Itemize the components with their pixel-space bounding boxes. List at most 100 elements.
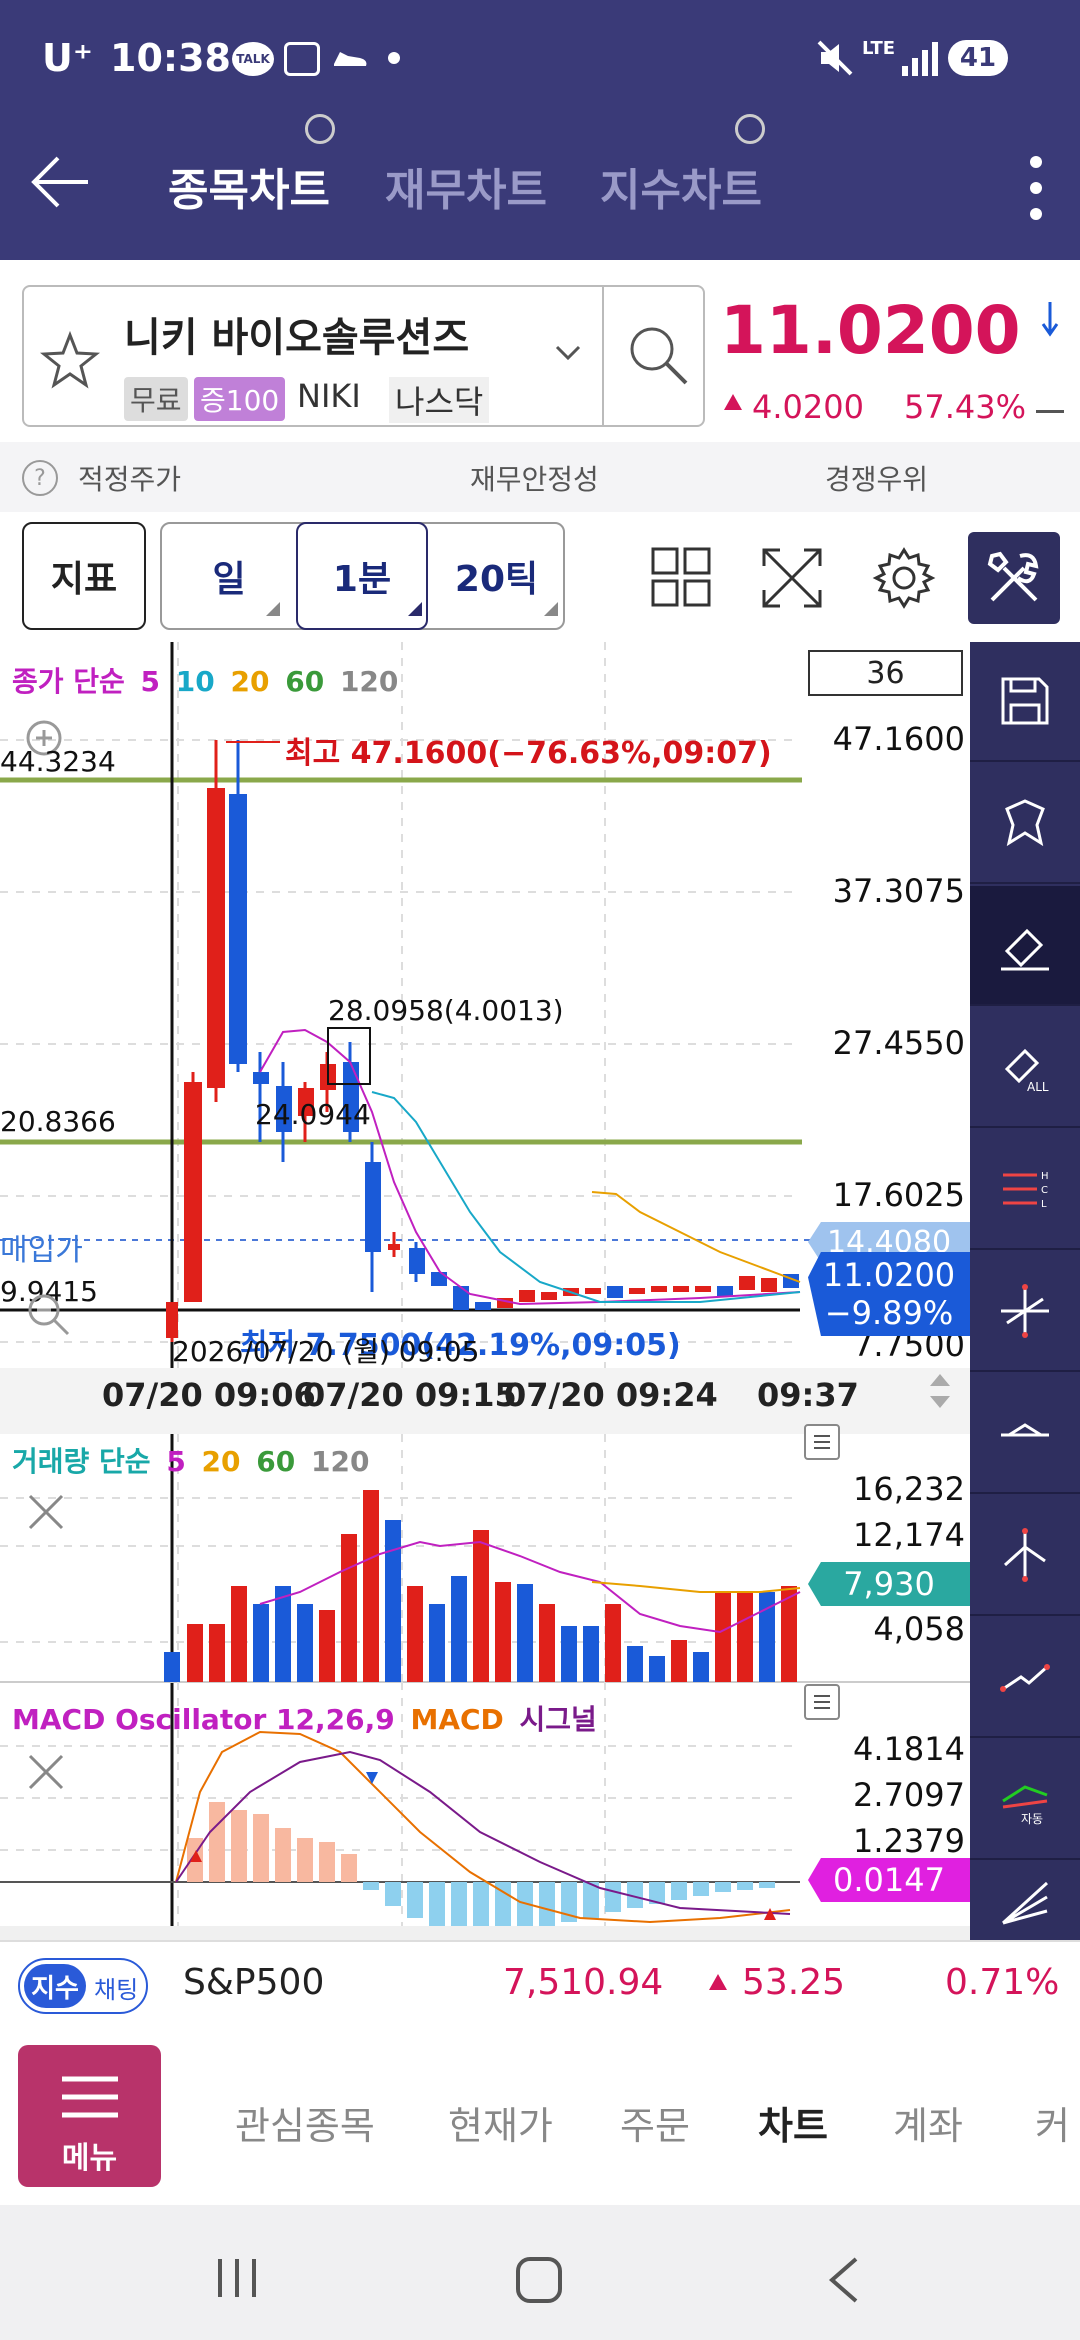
menu-item-account[interactable]: 계좌 <box>893 2095 963 2150</box>
vol-tick-3: 4,058 <box>873 1610 965 1648</box>
candle <box>607 1286 623 1298</box>
competitive-advantage-label[interactable]: 경쟁우위 <box>825 458 928 498</box>
buy-price-label: 매입가 <box>0 1233 83 1268</box>
free-tag: 무료 <box>124 377 188 421</box>
save-tool[interactable] <box>970 642 1080 762</box>
help-icon[interactable]: ? <box>22 460 58 496</box>
home-icon[interactable] <box>514 2255 564 2305</box>
vol-legend-ma60: 60 <box>256 1445 296 1478</box>
menu-item-quote[interactable]: 현재가 <box>448 2095 553 2150</box>
x-tick-4: 09:37 <box>757 1376 859 1414</box>
settings-gear-icon[interactable] <box>872 546 936 610</box>
annotation-low: 24.0944 <box>255 1098 371 1131</box>
price-change-pct: 57.43% <box>904 388 1027 426</box>
count-box[interactable]: 36 <box>808 650 963 696</box>
macd-pos-bars <box>187 1802 357 1882</box>
volume-bar <box>737 1592 753 1682</box>
screenshot-icon <box>284 42 320 76</box>
close-macd-icon[interactable] <box>24 1750 68 1794</box>
status-bar: U⁺ 10:38 TALK LTE 41 <box>0 0 1080 120</box>
vol-ma20-line <box>591 1581 801 1593</box>
svg-text:L: L <box>1041 1199 1047 1210</box>
vol-legend-ma5: 5 <box>166 1445 186 1478</box>
fullscreen-icon[interactable] <box>760 546 824 610</box>
ticker-toggle[interactable]: 지수 채팅 <box>18 1958 148 2014</box>
more-vert-icon[interactable] <box>1028 148 1044 228</box>
legend-ma10: 10 <box>175 665 215 698</box>
candle <box>431 1272 447 1286</box>
auto-trend-tool[interactable]: 자동 <box>970 1740 1080 1860</box>
recent-apps-icon[interactable] <box>214 2255 260 2301</box>
macd-legend[interactable]: MACD Oscillator 12,26,9 MACD 시그널 <box>12 1698 603 1738</box>
search-icon[interactable] <box>624 321 694 391</box>
volume-bar <box>253 1604 269 1682</box>
crosshair-icon <box>1001 1284 1049 1338</box>
volume-bar <box>605 1604 621 1682</box>
menu-label: 메뉴 <box>61 2141 118 2176</box>
vol-legend-label: 거래량 단순 <box>12 1445 151 1478</box>
ma-legend[interactable]: 종가 단순 5 10 20 60 120 <box>12 660 404 700</box>
volume-bar <box>297 1604 313 1682</box>
volume-bar <box>561 1626 577 1682</box>
fan-tool[interactable] <box>970 1862 1080 1940</box>
candle <box>629 1288 645 1294</box>
candle <box>253 1072 269 1084</box>
fair-price-label[interactable]: 적정주가 <box>78 458 181 498</box>
menu-item-community[interactable]: 커 <box>1035 2095 1070 2150</box>
crosshair-tool[interactable] <box>970 1252 1080 1372</box>
menu-button[interactable]: 메뉴 <box>18 2045 161 2187</box>
financial-stability-label[interactable]: 재무안정성 <box>470 458 599 498</box>
eraser-tool[interactable] <box>970 886 1080 1006</box>
back-icon[interactable] <box>826 2255 862 2305</box>
divider <box>602 287 604 425</box>
up-triangle-icon <box>708 1972 728 1992</box>
volume-bar <box>341 1534 357 1682</box>
erase-all-tool[interactable]: ALL <box>970 1008 1080 1128</box>
star-icon[interactable] <box>38 329 102 393</box>
index-tab[interactable]: 지수 <box>24 1964 86 2008</box>
top-nav: 종목차트 재무차트 지수차트 <box>0 114 1080 260</box>
horizontal-line-icon <box>1001 1423 1049 1437</box>
tab-financial-chart[interactable]: 재무차트 <box>385 154 547 218</box>
volume-bar <box>627 1646 643 1682</box>
candle <box>388 1244 400 1250</box>
macd-tick-2: 2.7097 <box>853 1776 965 1814</box>
tools-icon[interactable] <box>968 532 1060 624</box>
system-nav-bar <box>0 2205 1080 2340</box>
volume-bar <box>407 1586 423 1682</box>
vertical-line-tool[interactable] <box>970 1496 1080 1616</box>
chat-tab[interactable]: 채팅 <box>94 1970 138 2005</box>
back-arrow-icon[interactable] <box>28 150 92 214</box>
candle <box>409 1248 425 1274</box>
chevron-down-icon[interactable] <box>554 343 582 363</box>
horizontal-line-tool[interactable] <box>970 1374 1080 1494</box>
trendline-tool[interactable] <box>970 1618 1080 1738</box>
index-ticker-bar[interactable]: 지수 채팅 S&P500 7,510.94 53.25 0.71% <box>0 1940 1080 2030</box>
volume-menu-icon[interactable] <box>804 1424 840 1460</box>
corner-mark <box>544 602 558 616</box>
corner-mark <box>266 602 280 616</box>
y-tick-3: 27.4550 <box>832 1024 965 1062</box>
sell-signal-icon <box>366 1772 378 1784</box>
stock-selector[interactable]: 니키 바이오솔루션즈 무료 증100 NIKI 나스닥 <box>22 285 705 427</box>
indicator-button[interactable]: 지표 <box>22 522 146 630</box>
tab-stock-chart[interactable]: 종목차트 <box>168 154 330 218</box>
candle <box>761 1278 777 1292</box>
menu-item-order[interactable]: 주문 <box>620 2095 690 2150</box>
zoom-out-icon[interactable] <box>24 1290 72 1338</box>
vol-legend-ma120: 120 <box>310 1445 370 1478</box>
volume-legend[interactable]: 거래량 단순 5 20 60 120 <box>12 1440 375 1480</box>
volume-bar <box>495 1582 511 1682</box>
volume-bar <box>275 1586 291 1682</box>
scroll-updown-icon[interactable] <box>928 1370 952 1412</box>
layout-grid-icon[interactable] <box>650 546 712 608</box>
shape-tool[interactable] <box>970 764 1080 884</box>
shoe-icon <box>330 42 370 72</box>
hcl-tool[interactable]: HCL <box>970 1130 1080 1250</box>
menu-item-watchlist[interactable]: 관심종목 <box>235 2095 375 2150</box>
close-volume-icon[interactable] <box>24 1490 68 1534</box>
mute-icon <box>815 38 855 78</box>
macd-menu-icon[interactable] <box>804 1684 840 1720</box>
tab-index-chart[interactable]: 지수차트 <box>600 154 762 218</box>
menu-item-chart[interactable]: 차트 <box>758 2095 828 2150</box>
